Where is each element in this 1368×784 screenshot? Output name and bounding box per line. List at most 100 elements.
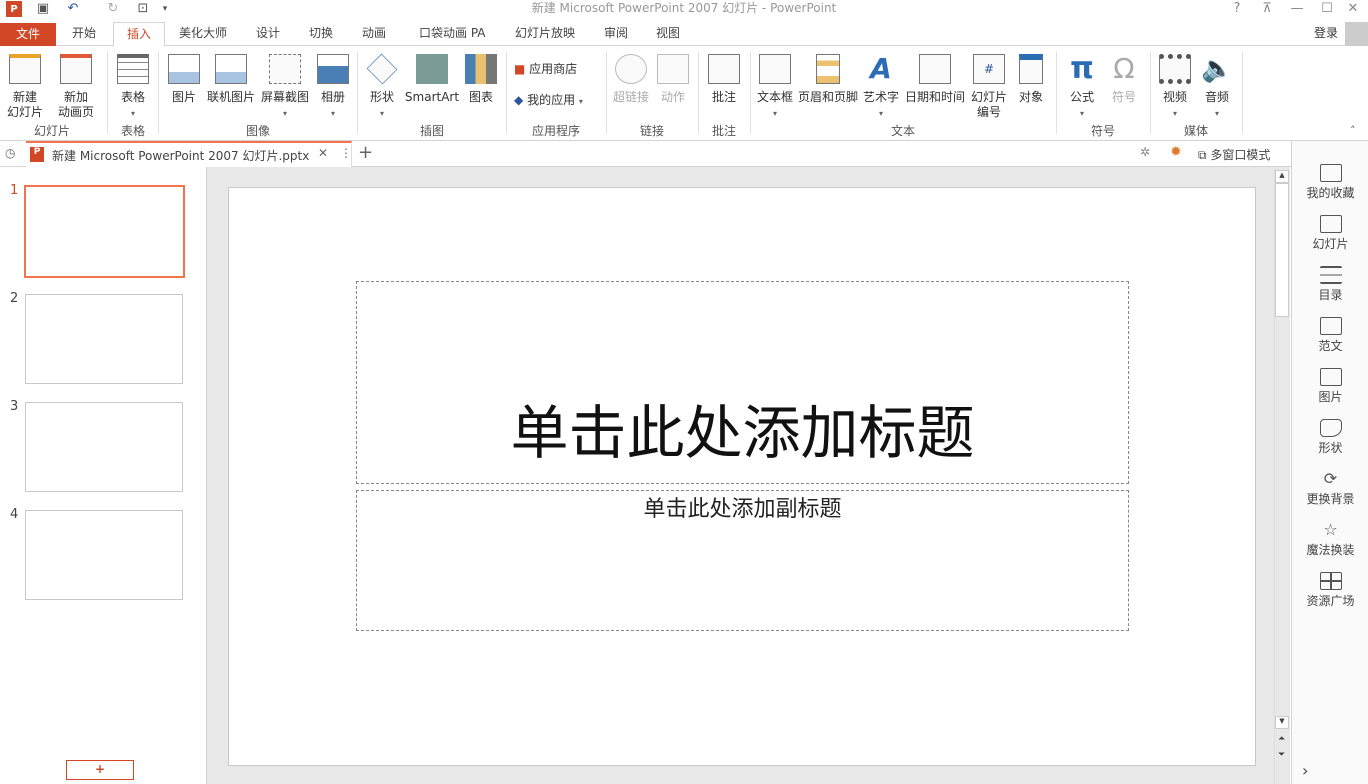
group-label-media: 媒体	[1183, 124, 1208, 138]
tab-insert[interactable]: 插入	[113, 22, 165, 47]
close-tab-icon[interactable]: ✕	[318, 146, 328, 160]
sidebar-item-magic-makeover[interactable]: ☆ 魔法换装	[1292, 521, 1368, 558]
list-icon	[1319, 266, 1342, 284]
tab-beautify[interactable]: 美化大师	[175, 22, 231, 46]
magic-wand-icon[interactable]: ✲	[1140, 145, 1150, 159]
action-button[interactable]: 动作	[654, 54, 692, 105]
windows-icon: ⧉	[1198, 148, 1207, 162]
slide-thumbnail[interactable]	[24, 185, 185, 278]
sidebar-item-slides[interactable]: 幻灯片	[1292, 215, 1368, 252]
history-icon[interactable]: ◷	[5, 146, 15, 160]
sidebar-item-change-background[interactable]: ⟳ 更换背景	[1292, 470, 1368, 507]
symbol-button[interactable]: Ω 符号	[1104, 54, 1144, 105]
settings-gear-icon[interactable]: ✹	[1170, 144, 1182, 160]
hyperlink-button[interactable]: 超链接	[610, 54, 652, 105]
new-tab-button[interactable]: +	[358, 142, 373, 163]
slide-thumbnail[interactable]	[25, 510, 183, 600]
slide-thumbnail[interactable]	[25, 402, 183, 492]
sidebar-item-favorites[interactable]: 我的收藏	[1292, 164, 1368, 201]
picture-icon	[168, 54, 200, 84]
group-label-table: 表格	[120, 124, 145, 138]
speaker-icon: 🔈	[1201, 54, 1234, 84]
slide-number: 3	[10, 399, 19, 414]
tab-home[interactable]: 开始	[68, 22, 100, 46]
sidebar-item-pictures[interactable]: 图片	[1292, 368, 1368, 405]
document-icon	[1319, 317, 1342, 335]
collapse-ribbon-icon[interactable]: ˄	[1350, 124, 1356, 137]
photo-album-button[interactable]: 相册 ▾	[313, 54, 353, 121]
slide-thumbnail[interactable]	[25, 294, 183, 384]
shapes-icon	[366, 53, 398, 85]
minimize-icon[interactable]: —	[1282, 0, 1312, 17]
date-time-button[interactable]: 日期和时间	[902, 54, 968, 105]
subtitle-placeholder-text[interactable]: 单击此处添加副标题	[357, 491, 1128, 523]
signin-link[interactable]: 登录	[1314, 24, 1338, 41]
subtitle-placeholder[interactable]: 单击此处添加副标题	[356, 490, 1129, 631]
title-placeholder-text[interactable]: 单击此处添加标题	[357, 398, 1128, 468]
tab-view[interactable]: 视图	[652, 22, 684, 46]
slide-canvas[interactable]: 单击此处添加标题 单击此处添加副标题	[228, 187, 1256, 766]
scroll-down-icon[interactable]: ▼	[1275, 716, 1289, 729]
slide-number: 4	[10, 507, 19, 522]
group-label-images: 图像	[245, 124, 270, 138]
scrollbar-thumb[interactable]	[1275, 183, 1289, 317]
group-label-apps: 应用程序	[531, 124, 580, 138]
new-slide-icon	[9, 54, 41, 84]
vertical-scrollbar[interactable]: ▲ ▼ ⏶ ⏷	[1274, 167, 1290, 784]
tab-slideshow[interactable]: 幻灯片放映	[511, 22, 579, 46]
smartart-button[interactable]: SmartArt	[402, 54, 462, 105]
sidebar-item-shapes[interactable]: 形状	[1292, 419, 1368, 456]
tab-pocket-animation[interactable]: 口袋动画 PA	[415, 22, 490, 46]
tab-menu-icon[interactable]: ⋮	[340, 146, 352, 160]
folder-heart-icon	[1319, 164, 1342, 182]
object-button[interactable]: 对象	[1012, 54, 1050, 105]
picture-button[interactable]: 图片	[165, 54, 203, 105]
store-icon: ■	[514, 62, 526, 76]
title-placeholder[interactable]: 单击此处添加标题	[356, 281, 1129, 484]
comment-button[interactable]: 批注	[704, 54, 744, 105]
table-button[interactable]: 表格 ▾	[112, 54, 154, 121]
my-apps-icon: ◆	[514, 93, 524, 107]
sidebar-item-resource-plaza[interactable]: 资源广场	[1292, 572, 1368, 609]
screenshot-button[interactable]: 屏幕截图 ▾	[259, 54, 311, 121]
online-picture-button[interactable]: 联机图片	[203, 54, 259, 105]
new-animation-page-icon	[60, 54, 92, 84]
pptx-file-icon: P	[30, 147, 44, 162]
chart-button[interactable]: 图表	[462, 54, 500, 105]
previous-slide-icon[interactable]: ⏶	[1278, 734, 1285, 744]
help-button[interactable]: ?	[1222, 0, 1252, 17]
multi-window-mode-button[interactable]: ⧉ 多窗口模式	[1198, 146, 1270, 163]
slide-number-button[interactable]: # 幻灯片 编号	[968, 54, 1010, 120]
next-slide-icon[interactable]: ⏷	[1278, 750, 1285, 760]
smartart-icon	[416, 54, 448, 84]
sidebar-item-contents[interactable]: 目录	[1292, 266, 1368, 303]
add-slide-button[interactable]: +	[66, 760, 134, 780]
video-button[interactable]: 视频 ▾	[1156, 54, 1194, 121]
group-label-illustrations: 插图	[419, 124, 444, 138]
new-animation-page-button[interactable]: 新加 动画页	[52, 54, 100, 120]
shapes-button[interactable]: 形状 ▾	[362, 53, 402, 121]
tab-file[interactable]: 文件	[0, 23, 56, 46]
wordart-button[interactable]: A 艺术字 ▾	[860, 54, 902, 121]
expand-sidebar-icon[interactable]: ›	[1302, 761, 1308, 780]
audio-button[interactable]: 🔈 音频 ▾	[1198, 54, 1236, 121]
tab-transitions[interactable]: 切换	[305, 22, 337, 46]
tab-review[interactable]: 审阅	[600, 22, 632, 46]
textbox-button[interactable]: 文本框 ▾	[754, 54, 796, 121]
tab-animations[interactable]: 动画	[358, 22, 390, 46]
sidebar-item-templates[interactable]: 范文	[1292, 317, 1368, 354]
app-store-button[interactable]: ■ 应用商店	[514, 62, 577, 77]
slide-number-icon: #	[973, 54, 1005, 84]
tab-design[interactable]: 设计	[252, 22, 284, 46]
header-footer-button[interactable]: 页眉和页脚	[796, 54, 860, 105]
avatar[interactable]	[1345, 22, 1368, 46]
window-title: 新建 Microsoft PowerPoint 2007 幻灯片 - Power…	[531, 1, 837, 15]
my-apps-button[interactable]: ◆ 我的应用 ▾	[514, 93, 583, 109]
close-icon[interactable]: ✕	[1338, 0, 1368, 17]
new-slide-button[interactable]: 新建 幻灯片	[2, 54, 48, 120]
ribbon-display-options-icon[interactable]: ⊼	[1252, 0, 1282, 17]
film-icon	[1159, 54, 1191, 84]
equation-button[interactable]: π 公式 ▾	[1062, 54, 1102, 121]
scroll-up-icon[interactable]: ▲	[1275, 170, 1289, 183]
document-tab[interactable]: P 新建 Microsoft PowerPoint 2007 幻灯片.pptx …	[26, 141, 352, 167]
